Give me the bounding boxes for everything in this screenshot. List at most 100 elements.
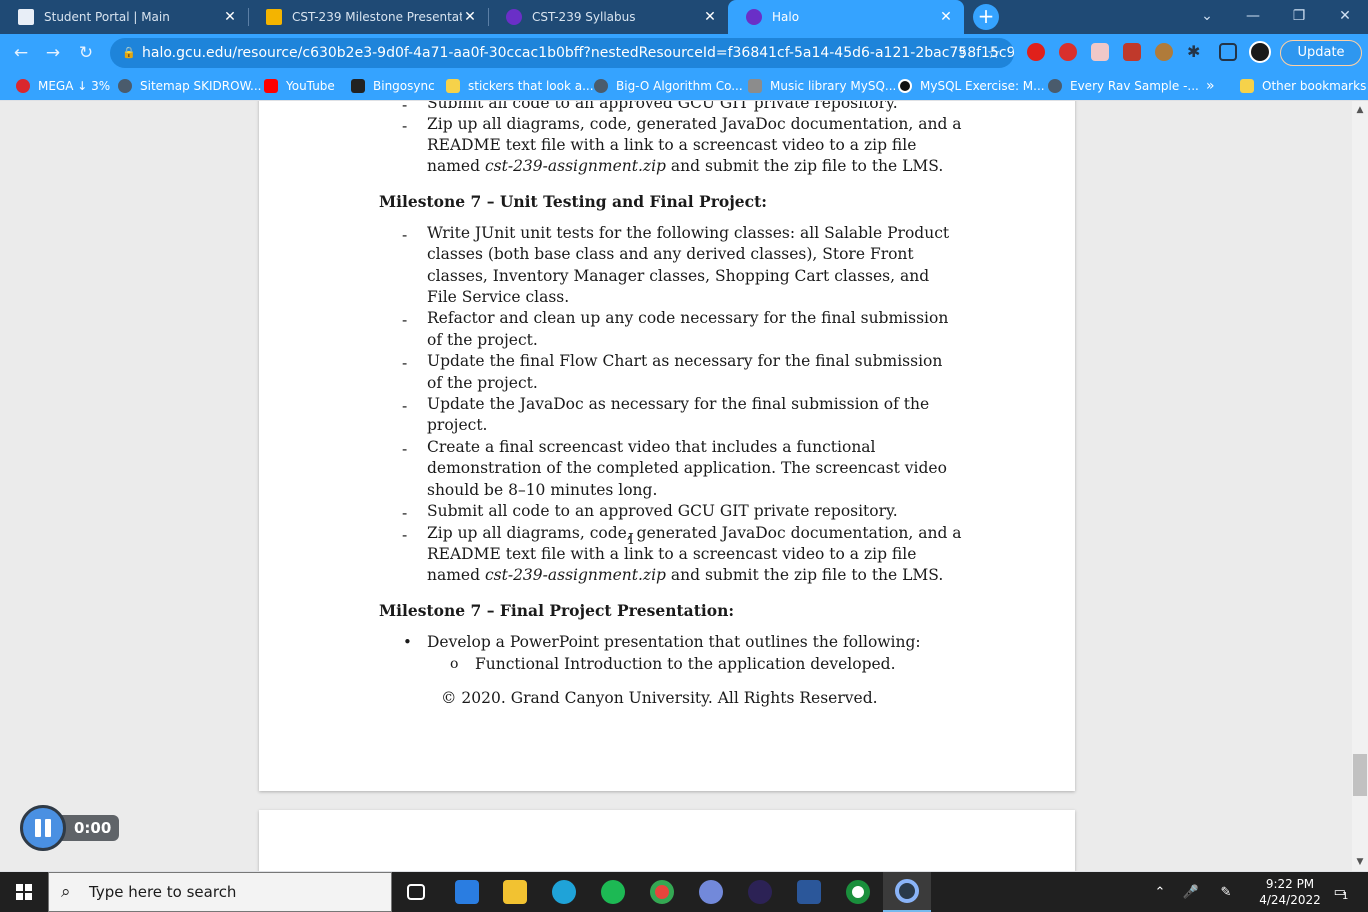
vertical-scrollbar[interactable]: ▲ ▼ [1352, 101, 1368, 871]
taskbar-recorder[interactable] [883, 872, 931, 912]
bookmark-mega[interactable]: MEGA ↓ 3% [16, 72, 110, 100]
bookmark-label: stickers that look a... [468, 79, 594, 93]
bookmark-sitemap[interactable]: Sitemap SKIDROW... [118, 72, 262, 100]
list-item: Functional Introduction to the applicati… [475, 655, 896, 673]
list-item: Update the final Flow Chart as necessary… [427, 352, 943, 370]
profile-avatar[interactable] [1249, 41, 1271, 63]
extension-icon[interactable] [1091, 43, 1109, 61]
close-icon[interactable]: ✕ [462, 9, 478, 25]
list-dash: - [402, 354, 408, 372]
tab-search-icon[interactable]: ⌄ [1184, 0, 1230, 34]
filename: cst-239-assignment.zip [484, 566, 666, 584]
clock-date: 4/24/2022 [1259, 893, 1321, 907]
section-heading: Milestone 7 – Unit Testing and Final Pro… [379, 192, 767, 211]
other-bookmarks[interactable]: Other bookmarks [1240, 72, 1366, 100]
bookmark-stickers[interactable]: stickers that look a... [446, 72, 594, 100]
bookmark-music-library[interactable]: Music library MySQ... [748, 72, 896, 100]
folder-icon [1240, 79, 1254, 93]
windows-taskbar: ⌕ Type here to search ⌃ 🎤 ✎ 9:22 PM 4/24… [0, 872, 1368, 912]
text: and submit the zip file to the LMS. [670, 566, 944, 584]
bookmark-bingosync[interactable]: Bingosync [351, 72, 435, 100]
bookmark-label: Bingosync [373, 79, 435, 93]
bookmarks-overflow-button[interactable]: » [1206, 72, 1215, 100]
youtube-extension-icon[interactable] [1123, 43, 1141, 61]
list-item: of the project. [427, 374, 538, 392]
scrollbar-thumb[interactable] [1353, 754, 1367, 796]
tab-syllabus[interactable]: CST-239 Syllabus ✕ [488, 0, 728, 34]
list-dash: - [402, 504, 408, 522]
copyright-footer: © 2020. Grand Canyon University. All Rig… [441, 689, 878, 707]
taskbar-search[interactable]: ⌕ Type here to search [48, 872, 392, 912]
bookmark-big-o[interactable]: Big-O Algorithm Co... [594, 72, 743, 100]
list-item: classes (both base class and any derived… [427, 245, 914, 263]
taskbar-clock[interactable]: 9:22 PM 4/24/2022 [1258, 876, 1322, 908]
chrome-icon [650, 880, 674, 904]
bookmark-star-icon[interactable]: ☆ [987, 43, 1000, 63]
list-item: Zip up all diagrams, code, generated Jav… [427, 115, 962, 133]
taskbar-discord[interactable] [687, 872, 735, 912]
close-icon[interactable]: ✕ [702, 9, 718, 25]
youtube-icon [264, 79, 278, 93]
list-item: File Service class. [427, 288, 570, 306]
tab-title: Student Portal | Main [44, 10, 170, 24]
list-dash: - [402, 117, 408, 135]
scroll-down-icon[interactable]: ▼ [1352, 857, 1368, 867]
extension-icon[interactable] [1155, 43, 1173, 61]
tab-title: CST-239 Milestone Presentation [292, 10, 462, 24]
start-button[interactable] [0, 872, 48, 912]
new-tab-button[interactable]: + [973, 4, 999, 30]
adblock-icon[interactable] [1059, 43, 1077, 61]
close-window-button[interactable]: ✕ [1322, 0, 1368, 34]
list-item: README text file with a link to a screen… [427, 136, 917, 154]
list-item: Zip up all diagrams, code, generated Jav… [427, 524, 962, 542]
microphone-icon[interactable]: 🎤 [1180, 872, 1202, 912]
address-bar[interactable]: 🔒 halo.gcu.edu/resource/c630b2e3-9d0f-4a… [110, 38, 1014, 68]
taskbar-word[interactable] [785, 872, 833, 912]
taskbar-file-explorer[interactable] [491, 872, 539, 912]
restore-button[interactable]: ❐ [1276, 0, 1322, 34]
text: and submit the zip file to the LMS. [670, 157, 944, 175]
notification-center-button[interactable]: ▭ 1 [1324, 872, 1358, 912]
pause-icon [35, 819, 41, 837]
text: named [427, 157, 481, 175]
extensions-puzzle-icon[interactable]: ✱ [1187, 43, 1205, 61]
minimize-button[interactable]: — [1230, 0, 1276, 34]
share-icon[interactable]: ⇪ [956, 43, 969, 63]
update-button[interactable]: Update [1280, 40, 1362, 66]
tab-milestone-presentation[interactable]: CST-239 Milestone Presentation ✕ [248, 0, 488, 34]
bookmark-mysql-exercise[interactable]: MySQL Exercise: M... [898, 72, 1045, 100]
taskbar-spotify[interactable] [589, 872, 637, 912]
taskbar-app[interactable] [834, 872, 882, 912]
list-item: Refactor and clean up any code necessary… [427, 309, 949, 327]
pause-recording-button[interactable] [20, 805, 66, 851]
extension-icon[interactable] [1027, 43, 1045, 61]
reload-button[interactable]: ↻ [73, 41, 99, 65]
music-icon [748, 79, 762, 93]
list-item: Write JUnit unit tests for the following… [427, 224, 950, 242]
tab-student-portal[interactable]: Student Portal | Main ✕ [0, 0, 248, 34]
taskbar-store[interactable] [443, 872, 491, 912]
taskbar-edge[interactable] [540, 872, 588, 912]
bookmark-label: Music library MySQ... [770, 79, 897, 93]
forward-button[interactable]: → [40, 41, 66, 65]
taskbar-chrome[interactable] [638, 872, 686, 912]
pause-icon [45, 819, 51, 837]
lock-icon: 🔒 [122, 46, 136, 59]
document-viewer[interactable]: - Submit all code to an approved GCU GIT… [0, 101, 1352, 871]
globe-icon [594, 79, 608, 93]
close-icon[interactable]: ✕ [938, 9, 954, 25]
task-view-button[interactable] [392, 872, 440, 912]
list-dash: - [402, 526, 408, 544]
taskbar-eclipse[interactable] [736, 872, 784, 912]
list-item: named cst-239-assignment.zip and submit … [427, 157, 943, 175]
bookmark-rav-sample[interactable]: Every Rav Sample -... [1048, 72, 1199, 100]
side-panel-icon[interactable] [1219, 43, 1237, 61]
bullet-marker: • [403, 633, 412, 651]
back-button[interactable]: ← [8, 41, 34, 65]
pen-icon[interactable]: ✎ [1214, 872, 1238, 912]
tab-halo[interactable]: Halo ✕ [728, 0, 964, 34]
scroll-up-icon[interactable]: ▲ [1352, 105, 1368, 115]
show-hidden-icons[interactable]: ⌃ [1150, 872, 1170, 912]
bookmark-youtube[interactable]: YouTube [264, 72, 335, 100]
close-icon[interactable]: ✕ [222, 9, 238, 25]
